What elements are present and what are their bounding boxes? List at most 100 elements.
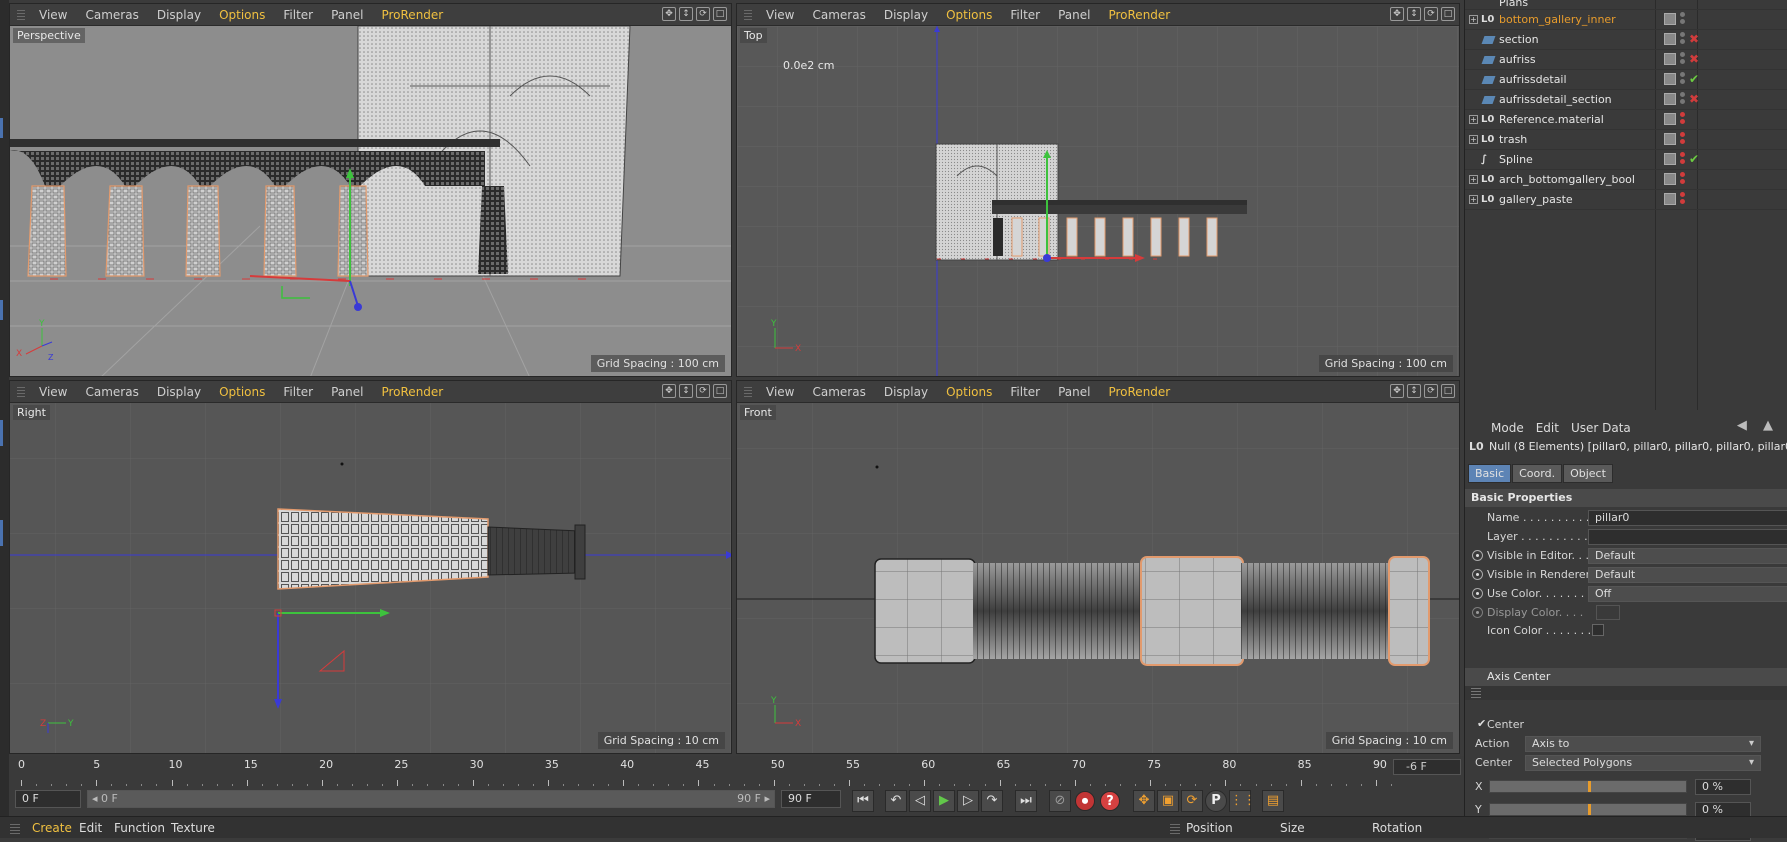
menu-filter[interactable]: Filter (1001, 381, 1049, 403)
slider-handle[interactable] (1588, 804, 1591, 815)
layer-icon[interactable] (1664, 13, 1676, 25)
move-view-icon[interactable]: ✥ (662, 7, 676, 21)
maximize-view-icon[interactable]: □ (1441, 7, 1455, 21)
menu-prorender[interactable]: ProRender (1099, 4, 1179, 26)
display-color-swatch[interactable] (1596, 605, 1620, 620)
menu-function[interactable]: Function (114, 821, 165, 835)
rotate-view-icon[interactable]: ⟳ (696, 7, 710, 21)
layer-icon[interactable] (1664, 153, 1676, 165)
maximize-view-icon[interactable]: □ (713, 384, 727, 398)
object-row[interactable]: ∫ Spline ✔ (1465, 150, 1787, 170)
center-dropdown[interactable]: Selected Polygons (1525, 755, 1761, 771)
menu-prorender[interactable]: ProRender (1099, 381, 1179, 403)
object-row[interactable]: aufriss ✖ (1465, 50, 1787, 70)
tab-basic[interactable]: Basic (1468, 464, 1512, 483)
grip-icon[interactable] (1170, 822, 1180, 834)
animate-radio[interactable] (1472, 588, 1483, 599)
expand-icon[interactable]: + (1469, 15, 1478, 24)
visibility-dots[interactable] (1680, 32, 1686, 48)
timeline[interactable]: 0 5 10 15 20 25 30 35 40 45 50 55 60 65 70 75 80 85 90 -6 … (9, 756, 1464, 790)
x-slider[interactable] (1489, 780, 1687, 793)
visibility-dots[interactable] (1680, 12, 1686, 28)
menu-user-data[interactable]: User Data (1571, 421, 1631, 435)
menu-options[interactable]: Options (937, 381, 1001, 403)
tab-object[interactable]: Object (1563, 464, 1613, 483)
disabled-x-icon[interactable]: ✖ (1689, 32, 1699, 46)
zoom-view-icon[interactable]: ↕ (1407, 7, 1421, 21)
object-row-partial[interactable]: Plans (1465, 0, 1787, 10)
nav-arrows-icon[interactable]: ◀ ▲ (1737, 418, 1779, 433)
prev-frame-icon[interactable]: ◁ (909, 790, 931, 812)
visibility-dots[interactable] (1680, 152, 1686, 168)
object-row[interactable]: + L0 gallery_paste (1465, 190, 1787, 210)
timeline-end-field[interactable]: -6 F (1393, 759, 1461, 775)
menu-panel[interactable]: Panel (1049, 381, 1099, 403)
y-slider[interactable] (1489, 803, 1687, 816)
menu-filter[interactable]: Filter (1001, 4, 1049, 26)
menu-options[interactable]: Options (210, 4, 274, 26)
record-disabled-icon[interactable]: ⊘ (1049, 790, 1071, 812)
menu-prorender[interactable]: ProRender (372, 4, 452, 26)
object-row[interactable]: aufrissdetail_section ✖ (1465, 90, 1787, 110)
grip-icon[interactable] (1471, 688, 1481, 698)
grip-handle[interactable] (10, 381, 30, 402)
layer-icon[interactable] (1664, 93, 1676, 105)
autokey-icon[interactable]: ? (1100, 791, 1120, 811)
record-icon[interactable]: ⏺ (1075, 791, 1095, 811)
use-color-dropdown[interactable]: Off (1588, 586, 1787, 602)
zoom-view-icon[interactable]: ↕ (1407, 384, 1421, 398)
menu-view[interactable]: View (757, 4, 803, 26)
menu-texture[interactable]: Texture (171, 821, 215, 835)
grip-icon[interactable] (10, 822, 20, 834)
disabled-x-icon[interactable]: ✖ (1689, 52, 1699, 66)
expand-icon[interactable]: + (1469, 175, 1478, 184)
go-to-start-icon[interactable]: ⏮ (852, 790, 874, 812)
object-row[interactable]: + L0 trash (1465, 130, 1787, 150)
expand-icon[interactable]: + (1469, 135, 1478, 144)
grip-handle[interactable] (10, 4, 30, 25)
grip-handle[interactable] (737, 4, 757, 25)
menu-panel[interactable]: Panel (1049, 4, 1099, 26)
menu-cameras[interactable]: Cameras (803, 381, 874, 403)
menu-options[interactable]: Options (210, 381, 274, 403)
animate-radio[interactable] (1472, 550, 1483, 561)
menu-filter[interactable]: Filter (274, 381, 322, 403)
viewport-front[interactable]: View Cameras Display Options Filter Pane… (736, 380, 1460, 754)
maximize-view-icon[interactable]: □ (1441, 384, 1455, 398)
menu-edit[interactable]: Edit (1536, 421, 1559, 435)
menu-panel[interactable]: Panel (322, 4, 372, 26)
layer-icon[interactable] (1664, 113, 1676, 125)
visible-renderer-dropdown[interactable]: Default (1588, 567, 1787, 583)
object-row[interactable]: + L0 bottom_gallery_inner (1465, 10, 1787, 30)
menu-display[interactable]: Display (875, 381, 937, 403)
frame-range-slider[interactable]: ◂ 0 F 90 F ▸ (87, 790, 775, 808)
maximize-view-icon[interactable]: □ (713, 7, 727, 21)
menu-prorender[interactable]: ProRender (372, 381, 452, 403)
visibility-dots[interactable] (1680, 112, 1686, 128)
layer-field[interactable] (1588, 529, 1787, 545)
play-icon[interactable]: ▶ (933, 790, 955, 812)
grip-handle[interactable] (737, 381, 757, 402)
timeline-icon[interactable]: ▤ (1262, 790, 1284, 812)
menu-display[interactable]: Display (148, 4, 210, 26)
menu-view[interactable]: View (30, 4, 76, 26)
zoom-view-icon[interactable]: ↕ (679, 384, 693, 398)
menu-mode[interactable]: Mode (1491, 421, 1524, 435)
rotate-view-icon[interactable]: ⟳ (696, 384, 710, 398)
animate-radio[interactable] (1472, 607, 1483, 618)
expand-icon[interactable]: + (1469, 195, 1478, 204)
pla-key-icon[interactable]: ⋮⋮ (1229, 790, 1256, 812)
move-view-icon[interactable]: ✥ (1390, 7, 1404, 21)
enabled-check-icon[interactable]: ✔ (1689, 152, 1699, 166)
expand-icon[interactable]: + (1469, 115, 1478, 124)
current-frame-field[interactable]: 0 F (15, 790, 81, 808)
animate-radio[interactable] (1472, 569, 1483, 580)
name-field[interactable]: pillar0 (1588, 510, 1787, 526)
scale-key-icon[interactable]: ▣ (1157, 790, 1179, 812)
visibility-dots[interactable] (1680, 172, 1686, 188)
visible-editor-dropdown[interactable]: Default (1588, 548, 1787, 564)
object-row[interactable]: section ✖ (1465, 30, 1787, 50)
menu-filter[interactable]: Filter (274, 4, 322, 26)
layer-icon[interactable] (1664, 73, 1676, 85)
param-key-icon[interactable]: P (1205, 790, 1227, 812)
